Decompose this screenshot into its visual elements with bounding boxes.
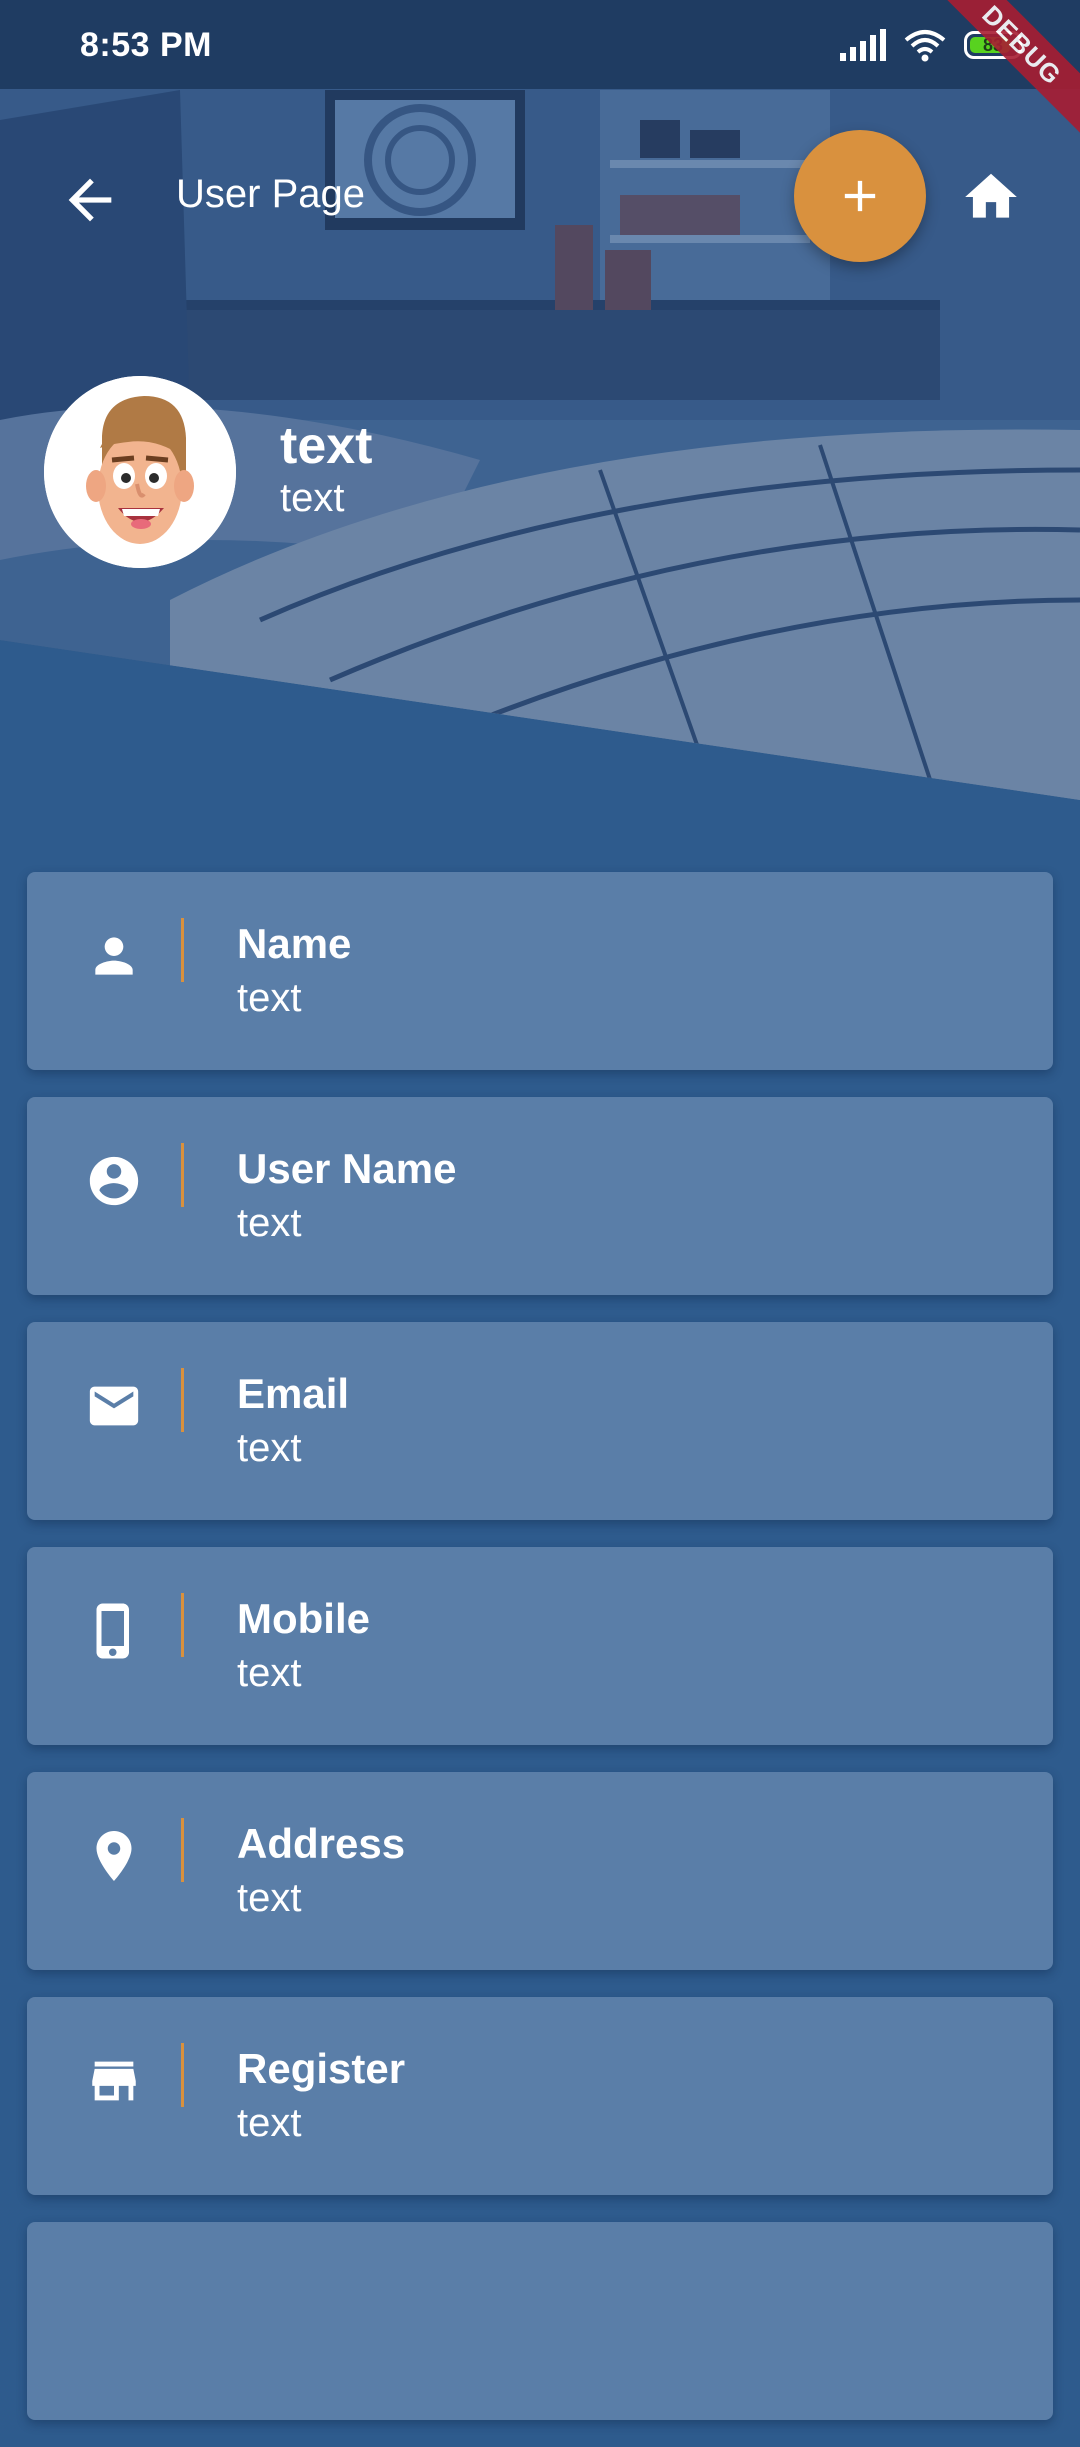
- name-card[interactable]: Name text: [27, 872, 1053, 1070]
- status-bar: 8:53 PM 83: [0, 0, 1080, 89]
- card-divider: [181, 918, 184, 982]
- email-card[interactable]: Email text: [27, 1322, 1053, 1520]
- card-divider: [181, 1368, 184, 1432]
- back-button[interactable]: [50, 160, 130, 240]
- home-icon: [965, 173, 1017, 218]
- wifi-icon: [904, 30, 946, 62]
- status-time: 8:53 PM: [80, 26, 212, 64]
- store-icon: [84, 2051, 144, 2111]
- signal-icon: [840, 29, 886, 61]
- card-divider: [181, 1143, 184, 1207]
- username-card[interactable]: User Name text: [27, 1097, 1053, 1295]
- home-button[interactable]: [954, 160, 1028, 234]
- location-pin-icon: [84, 1826, 144, 1886]
- profile-name: text: [280, 417, 373, 475]
- field-label: User Name: [237, 1145, 457, 1192]
- field-label: Mobile: [237, 1595, 370, 1642]
- app-bar: User Page: [0, 120, 1080, 270]
- arrow-back-icon: [68, 178, 112, 222]
- field-label: Name: [237, 920, 352, 967]
- card-divider: [181, 1818, 184, 1882]
- field-label: Register: [237, 2045, 406, 2092]
- field-value: text: [237, 976, 302, 1020]
- add-button[interactable]: [794, 130, 926, 262]
- field-value: text: [237, 1876, 302, 1920]
- mobile-card[interactable]: Mobile text: [27, 1547, 1053, 1745]
- field-label: Address: [237, 1820, 406, 1867]
- add-icon: [844, 180, 876, 212]
- email-icon: [84, 1376, 144, 1436]
- card-divider: [181, 1593, 184, 1657]
- field-value: text: [237, 2101, 302, 2145]
- avatar[interactable]: [44, 376, 236, 568]
- page-title: User Page: [176, 172, 365, 216]
- avatar-image: [44, 376, 236, 568]
- phone-icon: [84, 1601, 144, 1661]
- person-icon: [84, 926, 144, 986]
- field-value: text: [237, 1201, 302, 1245]
- address-card[interactable]: Address text: [27, 1772, 1053, 1970]
- card-divider: [181, 2043, 184, 2107]
- user-info-list: Name text User Name text Email text Mobi…: [27, 872, 1053, 2447]
- field-label: Email: [237, 1370, 350, 1417]
- register-card[interactable]: Register text: [27, 1997, 1053, 2195]
- field-value: text: [237, 1426, 302, 1470]
- next-card-partial[interactable]: [27, 2222, 1053, 2420]
- account-circle-icon: [84, 1151, 144, 1211]
- profile-subtitle: text: [280, 476, 345, 520]
- field-value: text: [237, 1651, 302, 1695]
